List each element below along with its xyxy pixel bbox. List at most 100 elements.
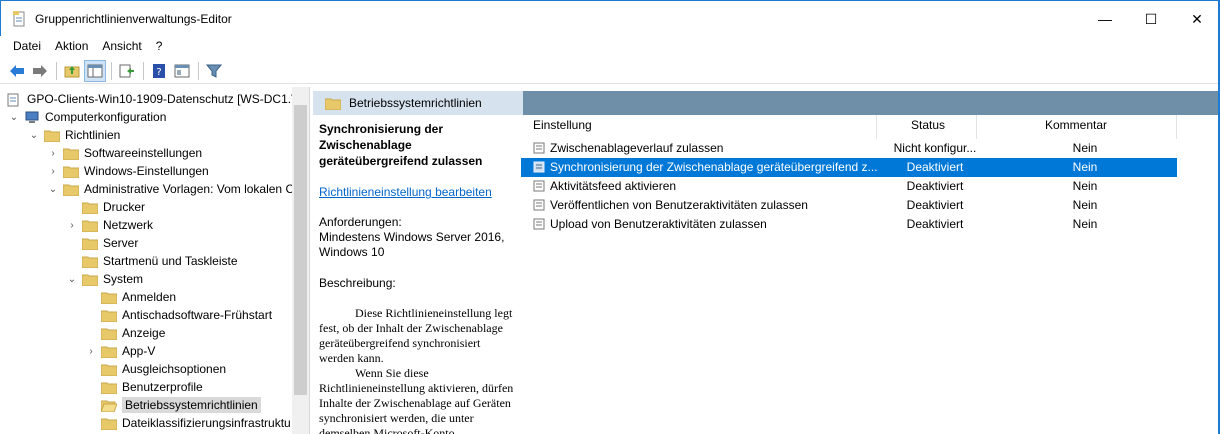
minimize-button[interactable]: — — [1082, 1, 1128, 37]
folder-icon — [82, 273, 98, 286]
setting-comment: Nein — [1072, 141, 1098, 155]
chevron-right-icon[interactable]: › — [47, 147, 59, 159]
policy-setting-icon — [533, 161, 545, 173]
up-folder-button[interactable] — [61, 60, 83, 82]
folder-icon — [101, 417, 117, 430]
setting-comment: Nein — [1072, 179, 1098, 193]
toolbar-separator — [198, 61, 199, 80]
export-list-icon — [119, 64, 134, 77]
toolbar-separator — [111, 61, 112, 80]
chevron-down-icon[interactable]: ⌄ — [66, 273, 78, 285]
tree-item-ausgleichsoptionen[interactable]: Ausgleichsoptionen — [101, 360, 226, 378]
menu-ansicht[interactable]: Ansicht — [95, 39, 148, 53]
tree-item-dateiklassifizierung[interactable]: Dateiklassifizierungsinfrastruktu — [101, 414, 291, 432]
tree-item-label: Ausgleichsoptionen — [122, 362, 227, 376]
table-row[interactable]: Zwischenablageverlauf zulassen Nicht kon… — [521, 139, 1177, 158]
filter-button[interactable] — [203, 60, 225, 82]
policy-setting-icon — [533, 218, 545, 230]
console-tree-icon — [87, 64, 103, 77]
folder-icon — [63, 183, 79, 196]
folder-open-icon — [101, 399, 117, 412]
forward-button[interactable] — [29, 60, 51, 82]
tree-item-netzwerk[interactable]: › Netzwerk — [66, 216, 153, 234]
folder-icon — [82, 237, 98, 250]
tree-root[interactable]: GPO-Clients-Win10-1909-Datenschutz [WS-D… — [6, 90, 299, 108]
folder-icon — [101, 291, 117, 304]
tree-scrollbar-thumb[interactable] — [294, 105, 307, 395]
policy-editor-app-icon — [11, 10, 27, 27]
tree-item-richtlinien[interactable]: ⌄ Richtlinien — [28, 126, 121, 144]
folder-icon — [82, 219, 98, 232]
folder-icon — [101, 309, 117, 322]
chevron-right-icon[interactable]: › — [66, 219, 78, 231]
table-row[interactable]: Veröffentlichen von Benutzeraktivitäten … — [521, 196, 1177, 215]
tree-item-computerkonfiguration[interactable]: ⌄ Computerkonfiguration — [8, 108, 167, 126]
requirements-text: Mindestens Windows Server 2016, Windows … — [319, 230, 505, 259]
edit-policy-link[interactable]: Richtlinieneinstellung bearbeiten — [319, 185, 515, 199]
folder-icon — [82, 255, 98, 268]
tree-item-administrative-vorlagen[interactable]: ⌄ Administrative Vorlagen: Vom lokalen C — [47, 180, 294, 198]
table-row[interactable]: Aktivitätsfeed aktivieren Deaktiviert Ne… — [521, 177, 1177, 196]
chevron-right-icon[interactable]: › — [85, 345, 97, 357]
tree-root-label: GPO-Clients-Win10-1909-Datenschutz [WS-D… — [27, 92, 300, 106]
tree-item-system[interactable]: ⌄ System — [66, 270, 143, 288]
tree-item-label: Benutzerprofile — [122, 380, 203, 394]
column-divider[interactable] — [876, 115, 877, 139]
properties-button[interactable] — [171, 60, 193, 82]
description-text-1: Diese Richtlinieneinstellung legt fest, … — [319, 306, 513, 365]
list-header: Einstellung Status Kommentar — [521, 109, 1181, 139]
setting-name: Aktivitätsfeed aktivieren — [550, 179, 677, 193]
description-block: Beschreibung: Diese Richtlinieneinstellu… — [319, 276, 515, 434]
show-hide-tree-button[interactable] — [84, 59, 106, 82]
export-list-button[interactable] — [116, 60, 138, 82]
settings-list: Einstellung Status Kommentar Zwischenabl… — [521, 109, 1220, 434]
chevron-down-icon[interactable]: ⌄ — [28, 129, 40, 141]
tree-item-antischadsoftware[interactable]: Antischadsoftware-Frühstart — [101, 306, 272, 324]
chevron-down-icon[interactable]: ⌄ — [47, 183, 59, 195]
pane-header-title: Betriebssystemrichtlinien — [349, 96, 482, 110]
title-bar: Gruppenrichtlinienverwaltungs-Editor — ☐… — [0, 0, 1220, 36]
menu-bar: Datei Aktion Ansicht ? — [0, 36, 169, 56]
description-title: Synchronisierung der Zwischenablage gerä… — [319, 122, 483, 168]
column-header-kommentar[interactable]: Kommentar — [1045, 118, 1107, 132]
menu-aktion[interactable]: Aktion — [48, 39, 95, 53]
table-row[interactable]: Upload von Benutzeraktivitäten zulassen … — [521, 215, 1177, 234]
tree-item-drucker[interactable]: Drucker — [82, 198, 145, 216]
tree-item-label: Softwareeinstellungen — [84, 146, 203, 160]
column-divider[interactable] — [1176, 115, 1177, 139]
table-row-selected[interactable]: Synchronisierung der Zwischenablage gerä… — [521, 158, 1177, 177]
tree-item-anzeige[interactable]: Anzeige — [101, 324, 165, 342]
policy-setting-icon — [533, 180, 545, 192]
chevron-down-icon[interactable]: ⌄ — [8, 111, 20, 123]
menu-help[interactable]: ? — [149, 39, 170, 53]
close-button[interactable]: ✕ — [1174, 1, 1220, 37]
help-button[interactable]: ? — [148, 60, 170, 82]
column-header-status[interactable]: Status — [911, 118, 945, 132]
tree-item-label: Computerkonfiguration — [45, 110, 167, 124]
folder-icon — [63, 165, 79, 178]
requirements-block: Anforderungen: Mindestens Windows Server… — [319, 215, 515, 260]
tree-item-startmenu[interactable]: Startmenü und Taskleiste — [82, 252, 238, 270]
menu-datei[interactable]: Datei — [6, 39, 48, 53]
tree-scrollbar[interactable] — [292, 87, 309, 434]
chevron-right-icon[interactable]: › — [47, 165, 59, 177]
tree-item-benutzerprofile[interactable]: Benutzerprofile — [101, 378, 203, 396]
setting-comment: Nein — [1072, 217, 1098, 231]
policy-setting-icon — [533, 199, 545, 211]
tree-item-app-v[interactable]: › App-V — [85, 342, 155, 360]
column-divider[interactable] — [976, 115, 977, 139]
tree-item-server[interactable]: Server — [82, 234, 138, 252]
tree-item-windows-einstellungen[interactable]: › Windows-Einstellungen — [47, 162, 208, 180]
tree-item-label: Richtlinien — [65, 128, 121, 142]
window-title: Gruppenrichtlinienverwaltungs-Editor — [35, 11, 232, 26]
setting-comment: Nein — [1072, 160, 1098, 174]
column-header-einstellung[interactable]: Einstellung — [533, 118, 592, 132]
folder-icon — [44, 129, 60, 142]
tree-item-label: App-V — [122, 344, 156, 358]
maximize-button[interactable]: ☐ — [1128, 1, 1174, 37]
tree-item-betriebssystemrichtlinien[interactable]: Betriebssystemrichtlinien — [101, 396, 261, 414]
back-button[interactable] — [6, 60, 28, 82]
tree-item-anmelden[interactable]: Anmelden — [101, 288, 176, 306]
tree-item-softwareeinstellungen[interactable]: › Softwareeinstellungen — [47, 144, 202, 162]
tree-item-label: Anmelden — [122, 290, 177, 304]
